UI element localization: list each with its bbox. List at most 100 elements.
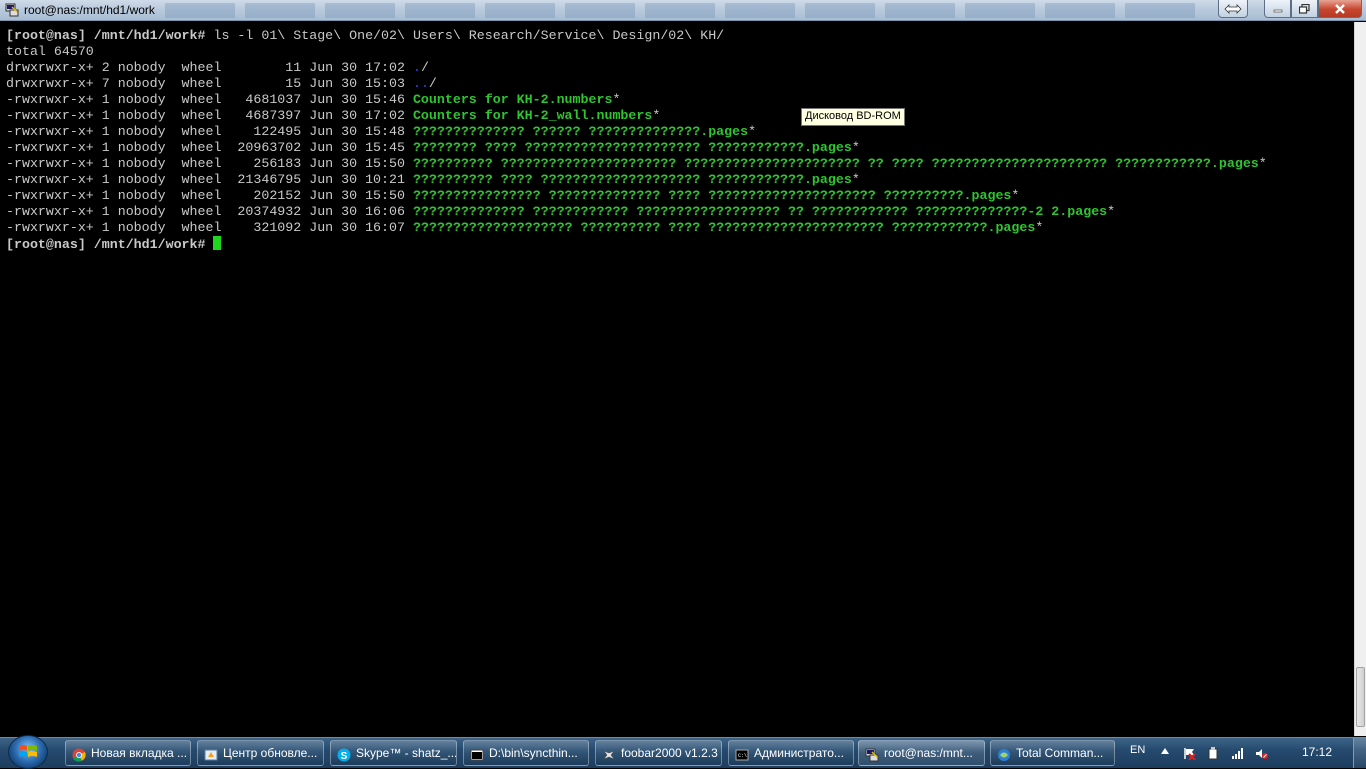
shell-prompt: [root@nas] /mnt/hd1/work# bbox=[6, 28, 214, 43]
scrollbar-thumb[interactable] bbox=[1356, 667, 1365, 727]
terminal-text: * bbox=[748, 124, 757, 139]
terminal-line: -rwxrwxr-x+ 1 nobody wheel 20374932 Jun … bbox=[6, 204, 1267, 220]
terminal-line: drwxrwxr-x+ 7 nobody wheel 15 Jun 30 15:… bbox=[6, 76, 1267, 92]
terminal-cursor bbox=[213, 236, 222, 250]
chrome-icon bbox=[72, 746, 86, 762]
terminal-line: drwxrwxr-x+ 2 nobody wheel 11 Jun 30 17:… bbox=[6, 60, 1267, 76]
terminal-line: -rwxrwxr-x+ 1 nobody wheel 20963702 Jun … bbox=[6, 140, 1267, 156]
terminal-text: * bbox=[1035, 220, 1044, 235]
close-button[interactable] bbox=[1318, 0, 1362, 18]
taskbar-button-label: Администрато... bbox=[754, 746, 844, 760]
taskbar-button[interactable]: Total Comman... bbox=[990, 740, 1115, 766]
shell-prompt: [root@nas] /mnt/hd1/work# bbox=[6, 237, 214, 252]
taskbar-button[interactable]: Новая вкладка ... bbox=[65, 740, 191, 766]
taskbar-button-label: Центр обновле... bbox=[223, 746, 318, 760]
windows-logo-icon bbox=[19, 745, 37, 757]
terminal-line: -rwxrwxr-x+ 1 nobody wheel 21346795 Jun … bbox=[6, 172, 1267, 188]
terminal-text: * bbox=[851, 140, 860, 155]
resize-arrows-icon bbox=[1224, 3, 1242, 14]
putty-icon bbox=[865, 746, 879, 762]
taskbar-button-label: foobar2000 v1.2.3 bbox=[621, 746, 718, 760]
taskbar-button-label: Skype™ - shatz_... bbox=[356, 746, 457, 760]
cmd-icon: C:\ bbox=[735, 746, 749, 761]
svg-text:S: S bbox=[341, 751, 348, 762]
terminal-text: / bbox=[428, 76, 437, 91]
file-name: Counters for KH-2_wall.numbers bbox=[412, 108, 653, 123]
volume-muted-icon[interactable] bbox=[1255, 747, 1268, 760]
start-button[interactable] bbox=[8, 735, 48, 769]
safely-remove-hardware-icon[interactable] bbox=[1207, 747, 1220, 760]
maximize-button[interactable] bbox=[1291, 0, 1318, 18]
background-window-tabs bbox=[165, 3, 1205, 18]
taskbar-button[interactable]: Центр обновле... bbox=[197, 740, 324, 766]
terminal-text: -rwxrwxr-x+ 1 nobody wheel 321092 Jun 30… bbox=[6, 220, 413, 235]
file-name: ???????????????????? ?????????? ???? ???… bbox=[412, 220, 1036, 235]
file-name: ???????????????? ?????????????? ???? ???… bbox=[412, 188, 1012, 203]
foobar-icon bbox=[602, 746, 616, 760]
terminal-line: -rwxrwxr-x+ 1 nobody wheel 256183 Jun 30… bbox=[6, 156, 1267, 172]
tooltip: Дисковод BD-ROM bbox=[801, 108, 905, 126]
directory-name: . bbox=[412, 60, 421, 75]
terminal-line: [root@nas] /mnt/hd1/work# ls -l 01\ Stag… bbox=[6, 28, 1267, 44]
file-name: Counters for KH-2.numbers bbox=[412, 92, 613, 107]
taskbar-button[interactable]: S Skype™ - shatz_... bbox=[330, 740, 457, 766]
show-desktop-button[interactable] bbox=[1353, 738, 1366, 768]
taskbar-button-label: D:\bin\syncthin... bbox=[489, 746, 578, 760]
console-icon bbox=[470, 746, 484, 761]
putty-icon bbox=[5, 3, 19, 17]
terminal-text: drwxrwxr-x+ 7 nobody wheel 15 Jun 30 15:… bbox=[6, 76, 413, 91]
taskbar-button-label: Total Comman... bbox=[1016, 746, 1104, 760]
terminal-text: -rwxrwxr-x+ 1 nobody wheel 21346795 Jun … bbox=[6, 172, 413, 187]
system-clock[interactable]: 17:12 bbox=[1302, 745, 1332, 759]
taskbar-button-label: root@nas:/mnt... bbox=[884, 746, 973, 760]
total-commander-icon bbox=[997, 746, 1011, 761]
terminal-line: -rwxrwxr-x+ 1 nobody wheel 4687397 Jun 3… bbox=[6, 108, 1267, 124]
terminal-text: * bbox=[1258, 156, 1267, 171]
terminal-line: total 64570 bbox=[6, 44, 1267, 60]
terminal-text: -rwxrwxr-x+ 1 nobody wheel 20374932 Jun … bbox=[6, 204, 413, 219]
taskbar-button[interactable]: foobar2000 v1.2.3 bbox=[595, 740, 722, 766]
terminal-line: -rwxrwxr-x+ 1 nobody wheel 202152 Jun 30… bbox=[6, 188, 1267, 204]
skype-icon: S bbox=[337, 746, 351, 762]
minimize-icon bbox=[1273, 9, 1282, 12]
terminal-text: * bbox=[1107, 204, 1116, 219]
action-center-flag-icon[interactable] bbox=[1183, 747, 1196, 760]
language-indicator[interactable]: EN bbox=[1130, 744, 1145, 756]
window-title: root@nas:/mnt/hd1/work bbox=[24, 3, 155, 17]
terminal-text: -rwxrwxr-x+ 1 nobody wheel 4687397 Jun 3… bbox=[6, 108, 413, 123]
terminal-text: * bbox=[851, 172, 860, 187]
windows-update-icon bbox=[204, 746, 218, 761]
taskbar-button[interactable]: D:\bin\syncthin... bbox=[463, 740, 589, 766]
taskbar-button[interactable]: root@nas:/mnt... bbox=[858, 740, 985, 766]
terminal-scrollbar[interactable] bbox=[1354, 22, 1366, 736]
terminal-text: drwxrwxr-x+ 2 nobody wheel 11 Jun 30 17:… bbox=[6, 60, 413, 75]
terminal-text: total 64570 bbox=[6, 44, 94, 59]
taskbar-button[interactable]: C:\ Администрато... bbox=[728, 740, 854, 766]
terminal-output[interactable]: [root@nas] /mnt/hd1/work# ls -l 01\ Stag… bbox=[3, 22, 1353, 736]
terminal-text: -rwxrwxr-x+ 1 nobody wheel 256183 Jun 30… bbox=[6, 156, 413, 171]
terminal-text: -rwxrwxr-x+ 1 nobody wheel 122495 Jun 30… bbox=[6, 124, 413, 139]
terminal-text: ls -l 01\ Stage\ One/02\ Users\ Research… bbox=[213, 28, 725, 43]
directory-name: .. bbox=[412, 76, 429, 91]
file-name: ?????????? ???? ???????????????????? ???… bbox=[412, 172, 852, 187]
terminal-line: -rwxrwxr-x+ 1 nobody wheel 321092 Jun 30… bbox=[6, 220, 1267, 236]
taskbar-button-label: Новая вкладка ... bbox=[91, 746, 188, 760]
terminal-text: / bbox=[420, 60, 429, 75]
restore-icon bbox=[1299, 3, 1310, 14]
minimize-button[interactable] bbox=[1264, 0, 1291, 18]
network-signal-icon[interactable] bbox=[1231, 747, 1244, 760]
show-hidden-icons-arrow[interactable] bbox=[1161, 748, 1169, 754]
file-name: ?????????????? ?????? ??????????????.pag… bbox=[412, 124, 749, 139]
file-name: ?????????????? ???????????? ????????????… bbox=[412, 204, 1108, 219]
terminal-line: -rwxrwxr-x+ 1 nobody wheel 4681037 Jun 3… bbox=[6, 92, 1267, 108]
terminal-text: -rwxrwxr-x+ 1 nobody wheel 202152 Jun 30… bbox=[6, 188, 413, 203]
terminal-line: [root@nas] /mnt/hd1/work# bbox=[6, 236, 1267, 252]
terminal-text: -rwxrwxr-x+ 1 nobody wheel 20963702 Jun … bbox=[6, 140, 413, 155]
terminal-text: * bbox=[1011, 188, 1020, 203]
svg-text:C:\: C:\ bbox=[738, 753, 747, 759]
restore-arrows-button[interactable] bbox=[1218, 0, 1248, 18]
taskbar: Новая вкладка ... Центр обновле... S Skype™… bbox=[0, 735, 1366, 769]
file-name: ?????????? ?????????????????????? ??????… bbox=[412, 156, 1259, 171]
terminal-text: * bbox=[652, 108, 661, 123]
window-title-bar[interactable]: root@nas:/mnt/hd1/work bbox=[0, 0, 1366, 21]
